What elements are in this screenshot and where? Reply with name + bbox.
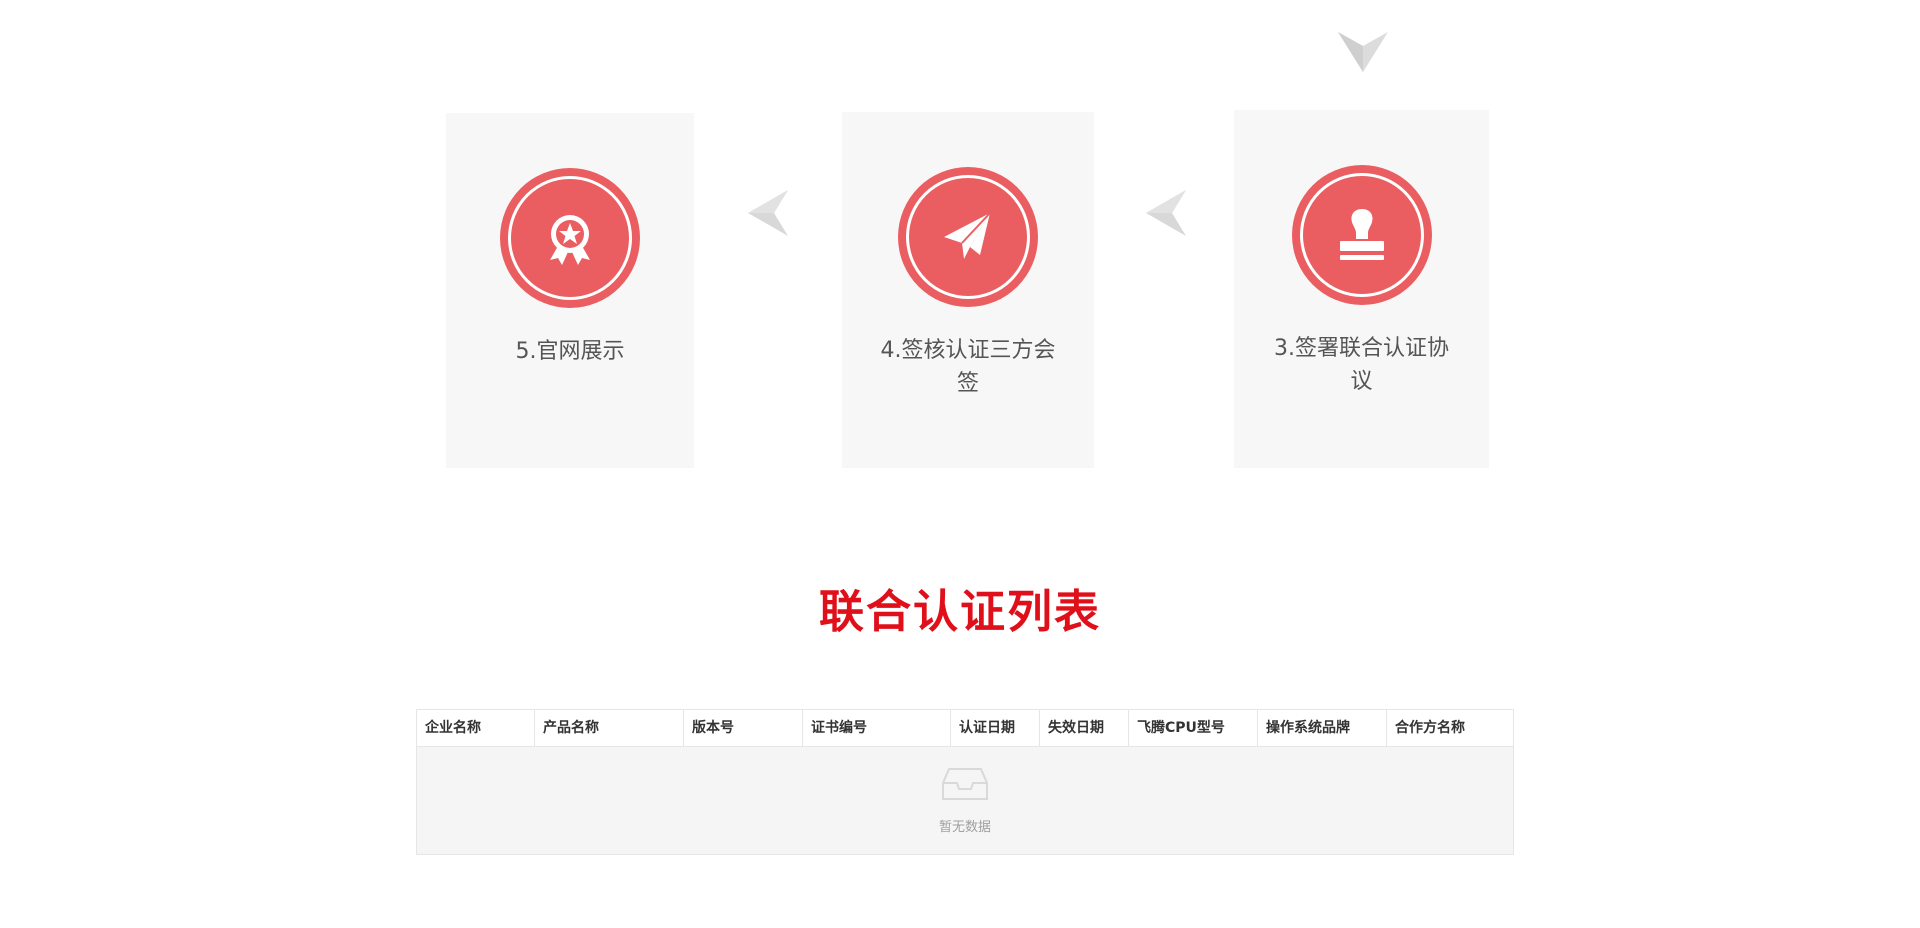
step-card-sign-agreement: 3.签署联合认证协议: [1234, 110, 1489, 468]
paper-plane-icon: [944, 212, 991, 259]
award-ribbon-icon: [550, 215, 590, 265]
step-label: 5.官网展示: [515, 339, 625, 364]
step-icon-circle: [898, 167, 1038, 307]
table-header: 企业名称 产品名称 版本号 证书编号 认证日期 失效日期 飞腾CPU型号 操作系…: [417, 710, 1513, 747]
column-header-partner-name[interactable]: 合作方名称: [1387, 710, 1513, 746]
column-header-certificate-number[interactable]: 证书编号: [803, 710, 951, 746]
arrow-left-icon: [748, 190, 788, 236]
section-title: 联合认证列表: [818, 585, 1101, 638]
step-icon-circle: [1291, 165, 1432, 305]
column-header-company-name[interactable]: 企业名称: [417, 710, 535, 746]
table-body-empty: 暂无数据: [417, 747, 1513, 854]
arrow-down-icon: [1338, 32, 1388, 72]
column-header-expiry-date[interactable]: 失效日期: [1040, 710, 1129, 746]
step-card-tripartite-signoff: 4.签核认证三方会签: [842, 112, 1094, 468]
stamp-icon: [1339, 209, 1384, 260]
column-header-version[interactable]: 版本号: [684, 710, 803, 746]
step-card-official-display: 5.官网展示: [446, 113, 694, 468]
arrow-left-icon: [1146, 190, 1186, 236]
page: 5.官网展示 4.签核认证三方会签 3.签署联合认证协议 联合认证列表 企业名称…: [0, 0, 1920, 928]
step-label: 3.签署联合认证协议: [1274, 336, 1449, 394]
empty-text: 暂无数据: [938, 820, 991, 835]
column-header-product-name[interactable]: 产品名称: [535, 710, 684, 746]
column-header-certification-date[interactable]: 认证日期: [951, 710, 1040, 746]
step-label: 4.签核认证三方会签: [880, 338, 1056, 396]
empty-inbox-icon: [942, 768, 988, 800]
column-header-cpu-model[interactable]: 飞腾CPU型号: [1129, 710, 1258, 746]
step-icon-circle: [500, 168, 640, 308]
column-header-os-brand[interactable]: 操作系统品牌: [1258, 710, 1387, 746]
certification-table: 企业名称 产品名称 版本号 证书编号 认证日期 失效日期 飞腾CPU型号 操作系…: [416, 709, 1514, 855]
